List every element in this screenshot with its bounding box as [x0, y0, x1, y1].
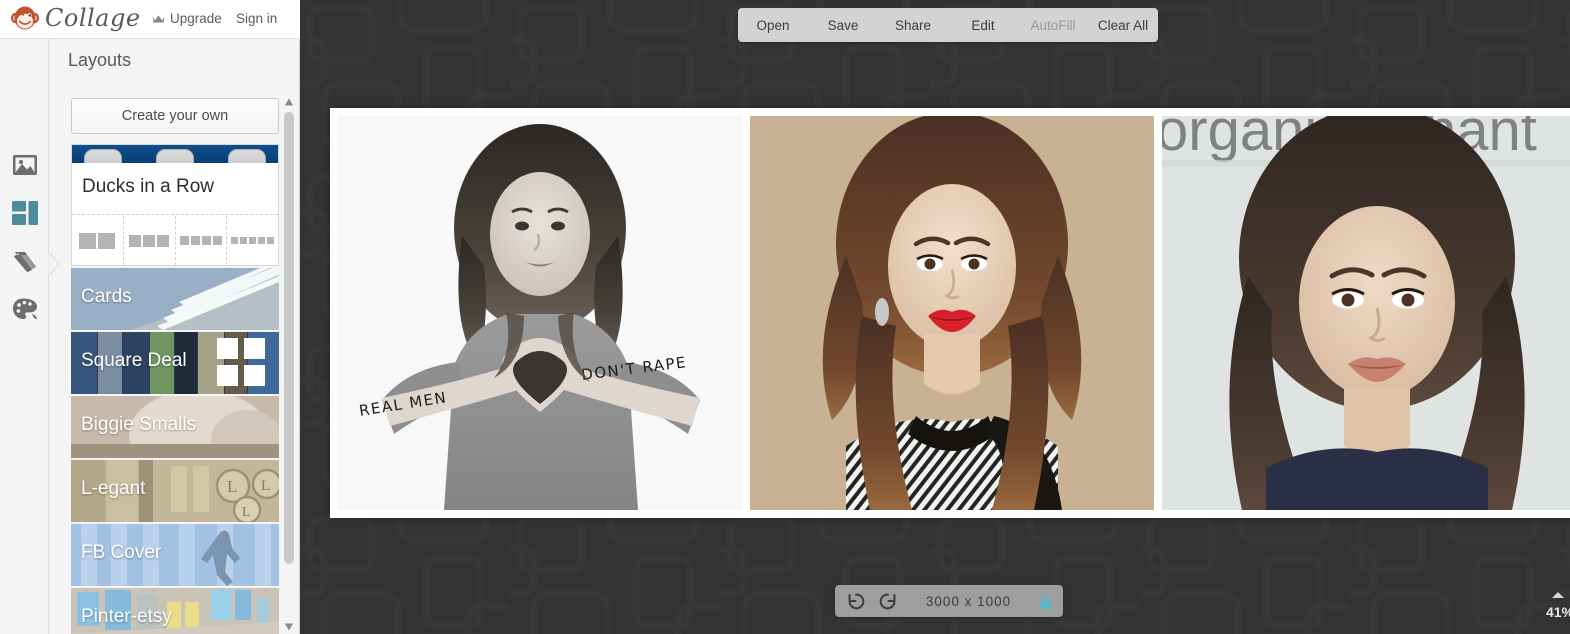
layout-card-label: Square Deal	[81, 350, 187, 371]
layout-card-cards[interactable]: Cards	[71, 268, 279, 330]
toolbar-share-button[interactable]: Share	[878, 18, 948, 33]
rail-item-swatches[interactable]	[0, 237, 49, 285]
ducks-title-area: Ducks in a Row	[72, 163, 278, 215]
crown-icon	[152, 14, 165, 23]
layout-card-label: Pinter-etsy	[81, 606, 172, 627]
dimension-separator: x	[964, 593, 973, 609]
layout-variant-2up[interactable]	[72, 216, 124, 265]
layout-card-ducks-in-a-row[interactable]: Ducks in a Row	[71, 144, 279, 266]
layout-card-square-deal[interactable]: Square Deal	[71, 332, 279, 394]
image-icon	[12, 155, 37, 175]
layout-variant-5up[interactable]	[227, 216, 278, 265]
layout-variant-3up[interactable]	[124, 216, 176, 265]
toolbar-edit-button[interactable]: Edit	[948, 18, 1018, 33]
canvas-height-value[interactable]: 1000	[977, 594, 1011, 609]
layouts-list[interactable]: Ducks in a Row Cards Square Deal Biggie …	[71, 144, 279, 634]
layout-card-label: Ducks in a Row	[82, 176, 214, 197]
collage-photo-1[interactable]: REAL MEN DON'T RAPE	[338, 116, 742, 510]
toolbar-save-button[interactable]: Save	[808, 18, 878, 33]
redo-arrow-icon[interactable]	[877, 590, 899, 612]
scrollbar-thumb[interactable]	[284, 112, 294, 564]
panel-title: Layouts	[68, 50, 132, 70]
layouts-panel: Layouts Create your own Ducks in a Row C…	[50, 39, 299, 634]
upgrade-link[interactable]: Upgrade	[152, 11, 222, 26]
create-your-own-button[interactable]: Create your own	[71, 98, 279, 134]
ducks-preview-strip	[72, 145, 278, 163]
layout-variant-row	[72, 216, 278, 265]
layout-card-label: Biggie Smalls	[81, 414, 197, 435]
main-toolbar: Open Save Share Edit AutoFill Clear All	[738, 8, 1158, 42]
zoom-caret-icon	[1552, 592, 1564, 598]
layouts-scrollbar[interactable]	[282, 97, 296, 634]
picmonkey-collage-app: Open Save Share Edit AutoFill Clear All	[0, 0, 1570, 634]
canvas-dimensions: 3000 x 1000	[909, 594, 1028, 609]
app-header: Collage Upgrade Sign in	[0, 0, 300, 39]
collage-photo-3[interactable]: organic hant	[1162, 116, 1570, 510]
collage-canvas[interactable]: REAL MEN DON'T RAPE organic hant	[330, 108, 1570, 518]
canvas-width-value[interactable]: 3000	[926, 594, 960, 609]
monkey-face-icon	[10, 6, 40, 30]
rail-item-layouts[interactable]	[0, 189, 49, 237]
layout-card-l-egant[interactable]: L L L L-egant	[71, 460, 279, 522]
paint-palette-icon	[12, 298, 37, 319]
left-panel: Collage Upgrade Sign in Layouts Create y…	[0, 0, 300, 634]
scroll-up-arrow-icon[interactable]	[284, 97, 294, 107]
rail-item-images[interactable]	[0, 141, 49, 189]
scroll-down-arrow-icon[interactable]	[284, 622, 294, 632]
panel-expand-chevron-icon	[48, 251, 60, 277]
layout-card-fb-cover[interactable]: FB Cover	[71, 524, 279, 586]
tool-rail	[0, 39, 60, 634]
undo-arrow-icon[interactable]	[845, 590, 867, 612]
toolbar-autofill-button: AutoFill	[1030, 17, 1076, 33]
signin-link[interactable]: Sign in	[236, 11, 277, 26]
workspace: Open Save Share Edit AutoFill Clear All	[300, 0, 1570, 634]
upgrade-label: Upgrade	[170, 11, 222, 26]
collage-photo-2[interactable]	[750, 116, 1154, 510]
four-square-grid-icon	[217, 338, 265, 386]
app-logo[interactable]: Collage	[10, 5, 141, 31]
layout-card-label: L-egant	[81, 478, 146, 499]
layout-variant-4up[interactable]	[176, 216, 228, 265]
rail-item-effects[interactable]	[0, 285, 49, 333]
layout-card-pinter-etsy[interactable]: Pinter-etsy	[71, 588, 279, 634]
layout-card-label: FB Cover	[81, 542, 162, 563]
layouts-grid-icon	[11, 201, 38, 225]
layout-card-label: Cards	[81, 286, 132, 307]
canvas-status-bar: 3000 x 1000	[835, 585, 1063, 617]
layout-card-biggie-smalls[interactable]: Biggie Smalls	[71, 396, 279, 458]
zoom-level-label[interactable]: 41%	[1546, 604, 1570, 620]
app-logo-text: Collage	[45, 4, 141, 32]
swatch-tags-icon	[13, 252, 36, 272]
toolbar-open-button[interactable]: Open	[738, 18, 808, 33]
lock-closed-icon[interactable]	[1038, 593, 1053, 610]
toolbar-clear-all-button[interactable]: Clear All	[1088, 18, 1158, 33]
